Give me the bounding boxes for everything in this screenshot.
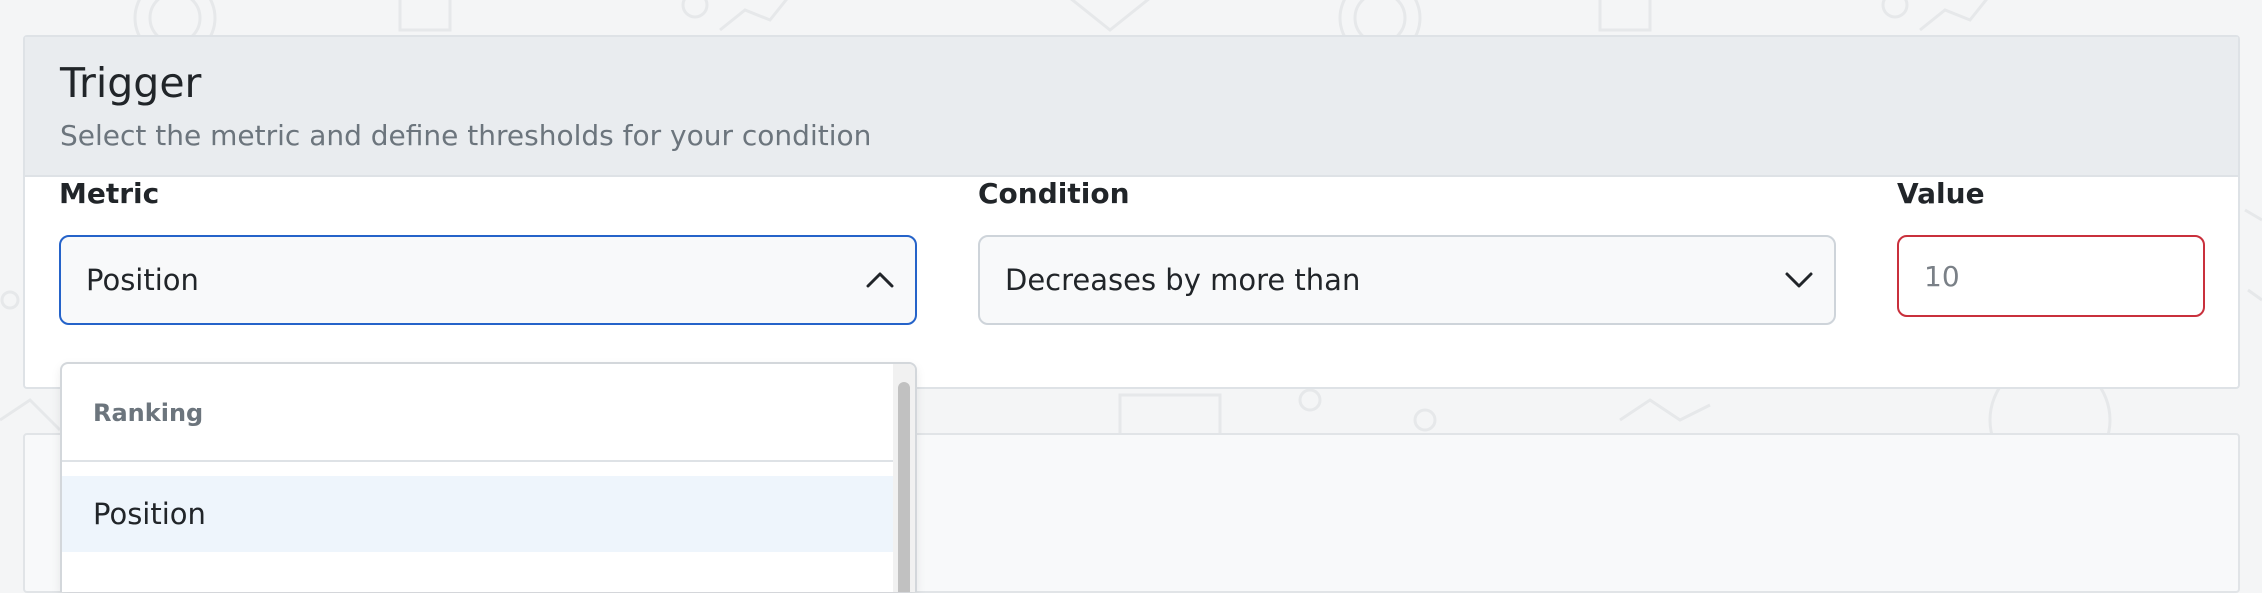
dropdown-scrollbar-thumb[interactable]: [898, 382, 910, 592]
value-label: Value: [1897, 177, 1985, 210]
condition-select[interactable]: Decreases by more than: [978, 235, 1836, 325]
card-title: Trigger: [60, 59, 202, 107]
chevron-up-icon: [866, 272, 894, 288]
trigger-card: Trigger Select the metric and define thr…: [23, 35, 2240, 389]
dropdown-group-header: Ranking: [62, 364, 895, 462]
dropdown-option-label: Position: [93, 497, 206, 531]
condition-select-value: Decreases by more than: [1005, 263, 1361, 297]
chevron-down-icon: [1785, 272, 1813, 288]
metric-label: Metric: [59, 177, 160, 210]
metric-select[interactable]: Position: [59, 235, 917, 325]
card-subtitle: Select the metric and define thresholds …: [60, 119, 872, 152]
metric-select-value: Position: [86, 263, 199, 297]
dropdown-group-label: Ranking: [93, 399, 204, 427]
dropdown-option-position[interactable]: Position: [62, 476, 895, 552]
metric-dropdown-menu: Ranking Position: [60, 362, 917, 592]
card-header: Trigger Select the metric and define thr…: [25, 37, 2238, 177]
value-input[interactable]: [1897, 235, 2205, 317]
dropdown-scrollbar[interactable]: [893, 364, 915, 592]
condition-label: Condition: [978, 177, 1130, 210]
